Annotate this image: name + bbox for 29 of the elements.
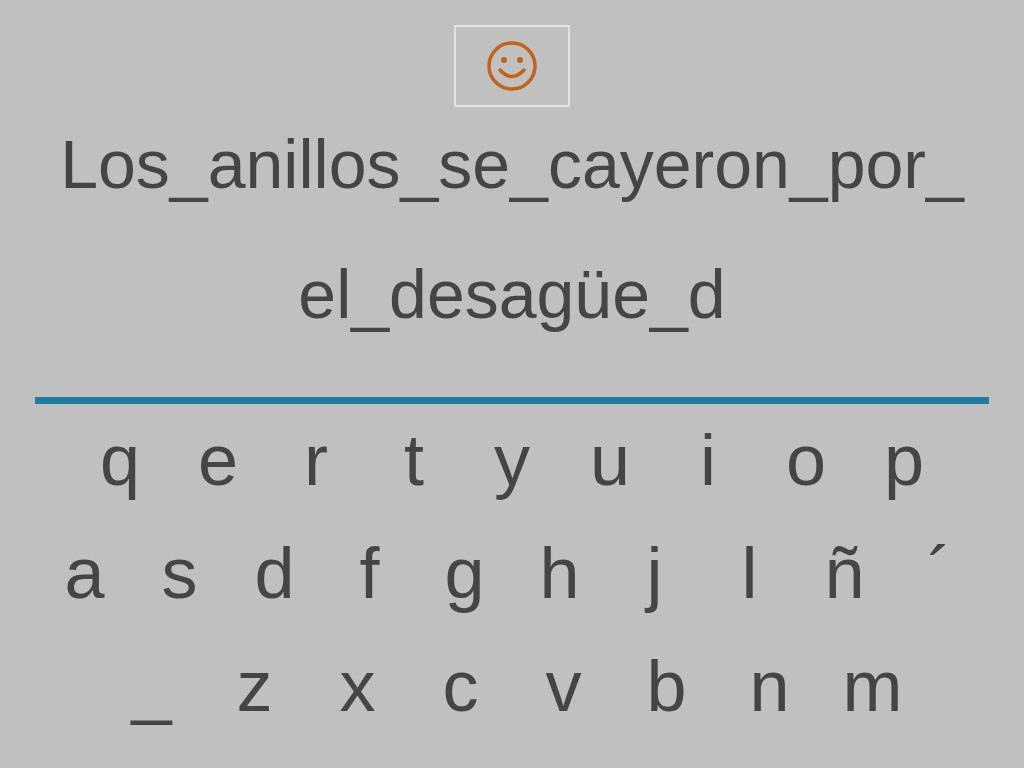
letter-key[interactable]: n bbox=[718, 648, 821, 724]
letter-key[interactable]: p bbox=[855, 422, 953, 498]
letter-key[interactable]: z bbox=[203, 648, 306, 724]
letter-key[interactable]: ´ bbox=[892, 535, 987, 611]
letter-key[interactable]: g bbox=[417, 535, 512, 611]
letter-key[interactable]: m bbox=[821, 648, 924, 724]
letter-key[interactable]: v bbox=[512, 648, 615, 724]
letter-key[interactable]: h bbox=[512, 535, 607, 611]
letter-key[interactable]: b bbox=[615, 648, 718, 724]
letter-key[interactable]: e bbox=[169, 422, 267, 498]
letter-key[interactable]: o bbox=[757, 422, 855, 498]
letter-key[interactable]: x bbox=[306, 648, 409, 724]
letter-key[interactable]: ñ bbox=[797, 535, 892, 611]
letter-key[interactable]: r bbox=[267, 422, 365, 498]
letter-key[interactable]: s bbox=[132, 535, 227, 611]
letter-key[interactable]: q bbox=[71, 422, 169, 498]
letter-key[interactable]: f bbox=[322, 535, 417, 611]
letter-key[interactable]: _ bbox=[100, 648, 203, 724]
letter-key[interactable]: l bbox=[702, 535, 797, 611]
letter-key[interactable]: a bbox=[37, 535, 132, 611]
letter-key[interactable]: y bbox=[463, 422, 561, 498]
letter-key[interactable]: d bbox=[227, 535, 322, 611]
letter-key[interactable]: c bbox=[409, 648, 512, 724]
letter-key[interactable]: u bbox=[561, 422, 659, 498]
smiley-icon bbox=[485, 39, 539, 93]
letter-key[interactable]: t bbox=[365, 422, 463, 498]
letter-key[interactable]: j bbox=[607, 535, 702, 611]
feedback-button[interactable] bbox=[454, 25, 570, 107]
letter-key[interactable]: i bbox=[659, 422, 757, 498]
